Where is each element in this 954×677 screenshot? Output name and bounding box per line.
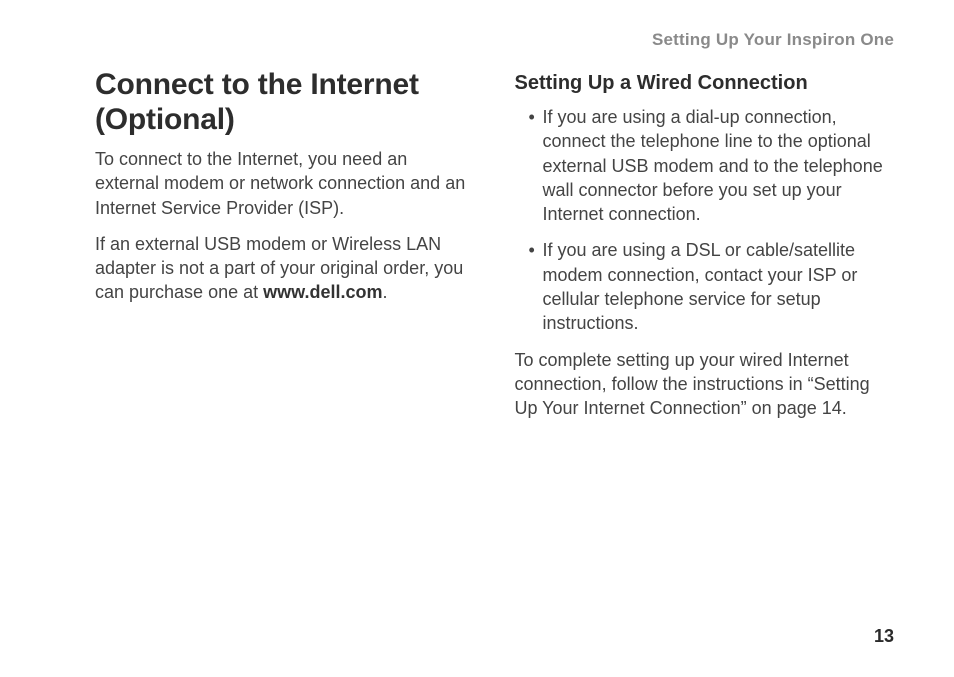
content-columns: Connect to the Internet (Optional) To co… — [95, 68, 894, 433]
list-item: If you are using a DSL or cable/satellit… — [543, 238, 895, 335]
section-heading: Connect to the Internet (Optional) — [95, 68, 475, 137]
left-column: Connect to the Internet (Optional) To co… — [95, 68, 475, 433]
list-item: If you are using a dial-up connection, c… — [543, 105, 895, 226]
dell-url: www.dell.com — [263, 282, 382, 302]
purchase-paragraph: If an external USB modem or Wireless LAN… — [95, 232, 475, 305]
page: Setting Up Your Inspiron One Connect to … — [0, 0, 954, 677]
intro-paragraph: To connect to the Internet, you need an … — [95, 147, 475, 220]
running-header: Setting Up Your Inspiron One — [95, 30, 894, 50]
purchase-text-b: . — [382, 282, 387, 302]
closing-paragraph: To complete setting up your wired Intern… — [515, 348, 895, 421]
subsection-heading: Setting Up a Wired Connection — [515, 72, 895, 95]
right-column: Setting Up a Wired Connection If you are… — [515, 68, 895, 433]
page-number: 13 — [874, 626, 894, 647]
bullet-list: If you are using a dial-up connection, c… — [515, 105, 895, 336]
